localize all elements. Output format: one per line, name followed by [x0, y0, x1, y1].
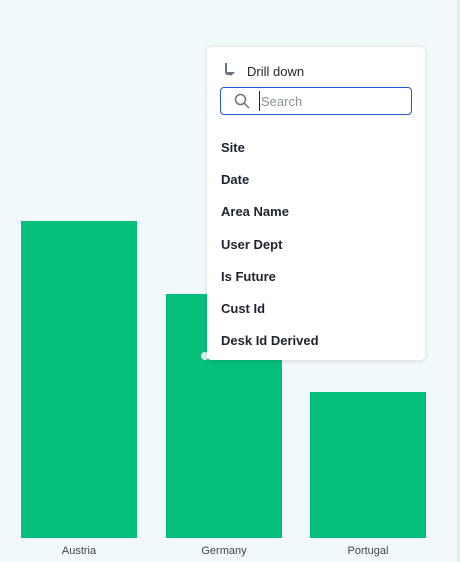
menu-item-site[interactable]: Site — [207, 131, 425, 163]
drill-field-list: Site Date Area Name User Dept Is Future … — [207, 131, 425, 357]
drill-down-header[interactable]: Drill down — [221, 61, 304, 81]
menu-item-label: Area Name — [221, 204, 289, 220]
menu-item-label: Date — [221, 171, 250, 187]
arrow-down-icon — [225, 63, 235, 76]
menu-item-label: User Dept — [221, 236, 283, 252]
menu-item-cust-id[interactable]: Cust Id — [207, 292, 425, 324]
search-field[interactable] — [220, 87, 412, 115]
menu-item-area-name[interactable]: Area Name — [207, 196, 425, 228]
menu-item-date[interactable]: Date — [207, 163, 425, 195]
menu-item-label: Site — [221, 139, 245, 155]
menu-item-label: Cust Id — [221, 301, 266, 317]
menu-item-desk-id-derived[interactable]: Desk Id Derived — [207, 325, 425, 357]
bar-portugal[interactable] — [310, 392, 426, 538]
menu-item-user-dept[interactable]: User Dept — [207, 228, 425, 260]
menu-item-label: Desk Id Derived — [221, 333, 319, 349]
search-input[interactable] — [259, 91, 399, 111]
drill-down-label: Drill down — [247, 63, 305, 79]
chart-canvas: Austria Germany Portugal Drill down Site D… — [0, 0, 460, 562]
x-tick-label: Portugal — [347, 545, 389, 557]
drill-down-menu: Drill down Site Date Area Name User Dept… — [207, 47, 425, 360]
menu-item-is-future[interactable]: Is Future — [207, 260, 425, 292]
bar-austria[interactable] — [21, 221, 137, 538]
search-icon — [234, 93, 250, 109]
x-tick-label: Austria — [61, 545, 97, 557]
menu-item-label: Is Future — [221, 268, 276, 284]
x-tick-label: Germany — [201, 545, 247, 557]
